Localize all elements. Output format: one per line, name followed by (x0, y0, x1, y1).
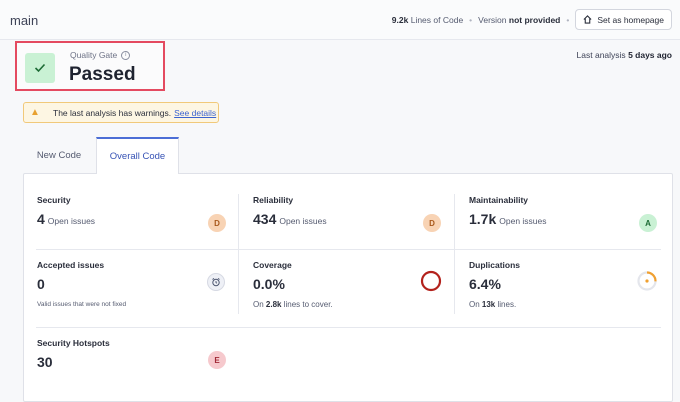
measures-panel: Security 4 Open issues D Reliability 434 O… (23, 173, 673, 402)
quality-gate-status: Quality Gate i Passed (15, 41, 165, 91)
card-subtext: On 2.8k lines to cover. (253, 300, 333, 309)
coverage-ring-icon (420, 270, 442, 292)
last-analysis-value: 5 days ago (628, 50, 672, 60)
sub-suffix: lines. (497, 300, 517, 309)
card-value[interactable]: 0.0% (253, 276, 285, 292)
maintainability-issues-count: 1.7k (469, 211, 497, 227)
sub-prefix: On (469, 300, 480, 309)
tab-overall-code[interactable]: Overall Code (96, 137, 179, 174)
top-bar: main 9.2k Lines of Code • Version not pr… (0, 0, 680, 40)
check-icon (25, 53, 55, 83)
separator-dot: • (469, 14, 473, 25)
card-value[interactable]: 4 Open issues (37, 211, 95, 227)
branch-name[interactable]: main (10, 13, 38, 28)
card-value[interactable]: 434 Open issues (253, 211, 327, 227)
project-meta: 9.2k Lines of Code • Version not provide… (392, 9, 672, 30)
coverage-card[interactable]: Coverage 0.0% On 2.8k lines to cover. (253, 260, 443, 320)
card-title: Maintainability (469, 195, 529, 205)
duplication-lines: 13k (481, 300, 496, 309)
divider (36, 327, 661, 328)
card-suffix: Open issues (279, 216, 327, 226)
sub-suffix: lines to cover. (283, 300, 333, 309)
set-as-homepage-label: Set as homepage (597, 14, 664, 25)
info-icon[interactable]: i (121, 50, 131, 60)
card-value[interactable]: 6.4% (469, 276, 501, 292)
duplications-ring-icon (637, 271, 657, 291)
reliability-card[interactable]: Reliability 434 Open issues D (253, 195, 443, 255)
card-title: Reliability (253, 195, 294, 205)
set-as-homepage-button[interactable]: Set as homepage (575, 9, 672, 30)
security-issues-count: 4 (37, 211, 45, 227)
maintainability-card[interactable]: Maintainability 1.7k Open issues A (469, 195, 659, 255)
card-value[interactable]: 30 (37, 354, 53, 370)
card-subtext: Valid issues that were not fixed (37, 301, 127, 308)
card-title: Security Hotspots (37, 338, 110, 348)
version-value: not provided (508, 14, 561, 25)
rating-badge: D (208, 214, 226, 232)
divider (238, 194, 239, 314)
card-suffix: Open issues (499, 216, 547, 226)
card-value[interactable]: 1.7k Open issues (469, 211, 547, 227)
home-icon (583, 15, 592, 24)
last-analysis: Last analysis 5 days ago (577, 50, 672, 60)
version-info: Version not provided (478, 15, 560, 25)
card-title: Coverage (253, 260, 292, 270)
divider (454, 194, 455, 314)
card-subtext: On 13k lines. (469, 300, 516, 309)
card-value[interactable]: 0 (37, 276, 45, 292)
version-label: Version (478, 14, 507, 25)
loc-label: Lines of Code (410, 14, 464, 25)
card-suffix: Open issues (47, 216, 96, 226)
card-title: Security (37, 195, 71, 205)
analysis-warning-banner: ▲ The last analysis has warnings. See de… (23, 102, 219, 123)
security-card[interactable]: Security 4 Open issues D (37, 195, 227, 255)
security-hotspots-card[interactable]: Security Hotspots 30 E (37, 338, 227, 398)
tab-new-code[interactable]: New Code (23, 137, 95, 174)
accepted-issues-card[interactable]: Accepted issues 0 Valid issues that were… (37, 260, 227, 320)
card-title: Duplications (469, 260, 521, 270)
lines-of-code: 9.2k Lines of Code (392, 15, 463, 25)
warning-text: The last analysis has warnings. (53, 107, 172, 118)
quality-gate-label: Quality Gate (70, 50, 118, 60)
lines-to-cover: 2.8k (265, 300, 282, 309)
duplications-card[interactable]: Duplications 6.4% On 13k lines. (469, 260, 659, 320)
quality-gate-label-row: Quality Gate i (70, 50, 131, 60)
last-analysis-label: Last analysis (576, 50, 626, 60)
quality-gate-value: Passed (69, 64, 136, 85)
rating-badge: D (423, 214, 441, 232)
reliability-issues-count: 434 (253, 211, 277, 227)
warning-icon: ▲ (30, 107, 40, 118)
see-details-link[interactable]: See details (174, 108, 216, 118)
sub-prefix: On (253, 300, 264, 309)
separator-dot: • (566, 14, 570, 25)
loc-value: 9.2k (391, 14, 409, 25)
card-title: Accepted issues (37, 260, 105, 270)
rating-badge: A (639, 214, 657, 232)
alarm-clock-icon (207, 273, 225, 291)
rating-badge: E (208, 351, 226, 369)
